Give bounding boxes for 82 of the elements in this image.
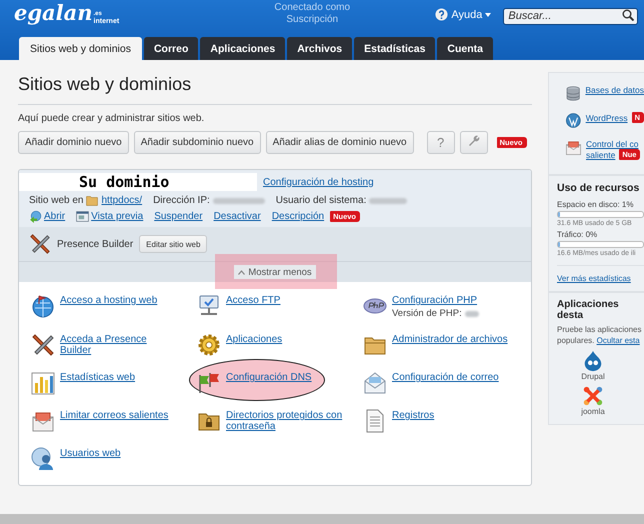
add-button[interactable]: Añadir alias de dominio nuevo [266,131,414,154]
bar-chart-icon [31,371,55,395]
tool-link[interactable]: Configuración de correo [392,372,512,383]
envelope-icon [565,139,582,156]
apps-description: Pruebe las aplicaciones populares. Ocultar esta [557,324,642,346]
site-action-link[interactable]: Descripción [272,211,324,222]
wrench-icon [468,135,480,147]
redacted-value [369,198,408,204]
sidebar-link[interactable]: Bases de datos [585,85,644,95]
redacted-value [212,198,265,204]
chevron-icon [238,270,246,274]
tool-link[interactable]: Configuración DNS [226,372,346,383]
tool-link[interactable]: Limitar correos salientes [60,410,180,421]
server-icon [197,294,221,318]
site-action-link[interactable]: Desactivar [214,211,261,222]
tab[interactable]: Aplicaciones [200,37,286,60]
site-label: Sitio web en [29,195,84,206]
database-icon [565,85,582,102]
meter-label: Tráfico: 0% [557,230,598,239]
php-version-label: Versión de PHP: [392,308,462,319]
more-stats-link[interactable]: Ver más estadísticas [557,274,644,283]
window-icon [76,210,90,223]
tab[interactable]: Archivos [287,37,352,60]
edit-site-button[interactable]: Editar sitio web [139,235,208,253]
joomla-icon [582,385,604,407]
resources-title: Uso de recursos [557,182,640,194]
folder-icon [86,195,98,206]
globe-icon [31,294,55,318]
tab[interactable]: Sitios web y dominios [19,37,142,60]
tool-link[interactable]: Configuración PHP [392,295,512,306]
page-title: Sitios web y dominios [18,74,532,105]
redacted-value [464,310,479,316]
tools-button[interactable] [460,131,488,154]
sidebar-link[interactable]: WordPress [586,112,628,122]
ip-label: Dirección IP: [153,195,210,206]
tab[interactable]: Cuenta [437,37,494,60]
subscription-label: Suscripción [286,14,338,26]
logo-text: egalan [14,0,93,26]
gear-icon [197,333,221,357]
tool-link[interactable]: Acceda a Presence Builder [60,334,180,356]
show-less-toggle[interactable]: Mostrar menos [234,265,316,279]
app-name: Drupal [581,372,605,381]
sidebar-link[interactable]: saliente [586,150,616,160]
tool-link[interactable]: Usuarios web [60,448,180,459]
site-action-link[interactable]: Suspender [154,211,203,222]
tool-link[interactable]: Registros [392,410,512,421]
domain-annotation: Su dominio [19,173,257,191]
site-action-link[interactable]: Vista previa [91,211,144,222]
drop-icon [582,350,604,372]
meter-label: Espacio en disco: 1% [557,200,634,209]
add-button[interactable]: Añadir subdominio nuevo [134,131,261,154]
tool-link[interactable]: Acceso a hosting web [60,295,180,306]
tab[interactable]: Estadísticas [354,37,436,60]
help-icon [435,8,448,21]
tools-icon [31,333,55,357]
hide-link[interactable]: Ocultar esta [596,336,640,345]
page-description: Aquí puede crear y administrar sitios web. [18,113,206,124]
builder-label: Presence Builder [57,238,134,250]
wordpress-icon [565,112,582,129]
caret-icon [485,12,492,16]
tool-link[interactable]: Directorios protegidos con contraseña [226,410,346,432]
tool-link[interactable]: Administrador de archivos [392,334,512,345]
system-user-label: Usuario del sistema: [276,195,366,206]
flags-icon [197,371,221,395]
app-name: joomla [581,407,605,416]
site-action-link[interactable]: Abrir [44,211,66,222]
tab[interactable]: Correo [144,37,198,60]
tool-link[interactable]: Aplicaciones [226,334,346,345]
tools-icon [29,233,51,255]
connected-label: Conectado como [274,2,350,14]
search-icon [622,8,634,20]
hosting-settings-link[interactable]: Configuración de hosting [263,176,374,188]
envelope-icon [363,371,387,395]
add-button[interactable]: Añadir dominio nuevo [18,131,129,154]
tool-link[interactable]: Estadísticas web [60,372,180,383]
sidebar-link[interactable]: Control del co [586,139,638,149]
search-field[interactable]: Buscar... [503,8,638,24]
user-icon [31,447,55,471]
tool-link[interactable]: Acceso FTP [226,295,346,306]
apps-title: Aplicaciones desta [557,299,620,321]
help-menu[interactable]: Ayuda [435,8,492,21]
docroot-link[interactable]: httpdocs/ [101,195,142,206]
